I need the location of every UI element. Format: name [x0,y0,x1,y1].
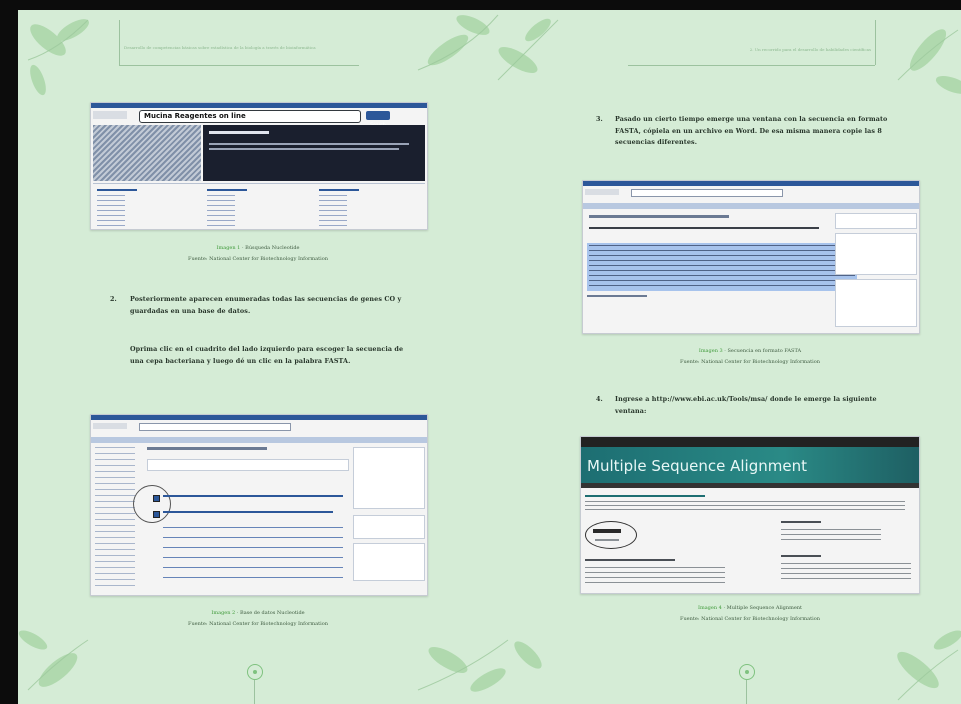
footer-rule-right [746,680,747,704]
intro-text-lines [585,501,905,513]
sidebar-heading [781,521,821,523]
record-title [589,215,729,218]
header-rule-right [875,20,876,65]
caption-title: Multiple Sequence Alignment [726,605,803,611]
column-heading [97,189,137,191]
right-panel-box [353,543,425,581]
result-title-line [163,511,333,513]
book-spread: Desarrollo de competencias básicas sobre… [18,10,961,704]
header-underline-left [119,65,359,66]
results-info-box [147,459,349,471]
figure-1-screenshot: Mucina Reagentes on line Search [90,102,428,230]
caption-title: Base de datos Nucleotide [240,610,305,616]
caption-label: Imagen 2 [211,610,236,616]
panel-text-line [209,148,399,150]
right-panel-box [835,233,917,275]
column-heading [319,189,359,191]
right-panel-box [835,213,917,229]
link-list [207,195,235,229]
running-header-left: Desarrollo de competencias básicas sobre… [124,45,316,50]
search-input [631,189,783,197]
msa-banner-title: Multiple Sequence Alignment [587,457,807,475]
figure-3-caption: Imagen 3 · Secuencia en formato FASTA [698,348,802,354]
database-select [585,189,619,195]
filter-sidebar [95,447,135,587]
caption-label: Imagen 1 [216,245,241,251]
results-heading [147,447,267,450]
header-rule-left [119,20,120,65]
link-list [319,195,347,229]
search-input [139,423,291,431]
record-subtitle [589,227,819,229]
database-select [93,423,127,429]
nucleotide-info-panel [203,125,425,181]
msa-banner: Multiple Sequence Alignment [581,447,919,483]
ebi-nav-bar [581,483,919,488]
step-3-paragraph: Pasado un cierto tiempo emerge una venta… [615,115,888,146]
page-number-marker-right [739,664,755,680]
search-query-text: Mucina Reagentes on line [144,112,246,120]
step-4-paragraph: Ingrese a http://www.ebi.ac.uk/Tools/msa… [615,395,877,415]
footer-rule-left [254,680,255,704]
fasta-sequence-highlight [587,243,857,291]
dna-banner-image [93,125,201,181]
step-2-paragraph-a: Posteriormente aparecen enumeradas todas… [130,295,402,315]
sidebar-text-lines [781,563,911,579]
footer-line [587,295,647,297]
section-heading [585,559,675,561]
ebi-top-bar [581,437,919,447]
step-3-number: 3. [596,115,603,123]
highlight-circle [133,485,171,523]
figure-4-caption: Imagen 4 · Multiple Sequence Alignment [697,605,803,611]
database-select [93,111,127,119]
sidebar-text-lines [781,529,881,543]
figure-3-screenshot [582,180,920,334]
result-title-line [163,495,343,497]
caption-title: Búsqueda Nucleotide [245,245,300,251]
figure-4-screenshot: Multiple Sequence Alignment [580,436,920,594]
figure-1-caption: Imagen 1 · Búsqueda Nucleotide [216,245,300,251]
sidebar-heading [781,555,821,557]
figure-2-caption: Imagen 2 · Base de datos Nucleotide [211,610,305,616]
right-panel-box [353,447,425,509]
ncbi-top-bar [583,181,919,186]
notice-bar [583,203,919,209]
clustal-omega-link [593,529,621,533]
figure-3-source: Fuente: National Center for Biotechnolog… [679,359,820,365]
result-list [163,527,343,587]
ncbi-top-bar [91,103,427,108]
step-2-number: 2. [110,295,117,303]
divider [93,183,425,184]
right-panel-box [353,515,425,539]
panel-heading-line [209,131,269,134]
checkbox-icon [153,511,160,518]
figure-4-source: Fuente: National Center for Biotechnolog… [679,616,820,622]
checkbox-icon [153,495,160,502]
ncbi-top-bar [91,415,427,420]
running-header-right: 2. Un recorrido para el desarrollo de ha… [749,47,871,52]
caption-label: Imagen 4 [697,605,722,611]
link-subtext [595,539,619,541]
step-4-number: 4. [596,395,603,403]
panel-text-line [209,143,409,145]
right-panel-box [835,279,917,327]
header-underline-right [628,65,875,66]
section-text-lines [585,567,725,583]
column-heading [207,189,247,191]
caption-label: Imagen 3 [698,348,723,354]
search-button: Search [366,111,390,128]
notice-bar [91,437,427,443]
caption-title: Secuencia en formato FASTA [727,348,802,354]
figure-2-source: Fuente: National Center for Biotechnolog… [187,621,328,627]
page-heading-line [585,495,705,497]
step-2-paragraph-b: Oprima clic en el cuadrito del lado izqu… [130,345,404,365]
search-input: Mucina Reagentes on line [139,110,361,123]
figure-1-source: Fuente: National Center for Biotechnolog… [187,256,328,262]
sequence-text-lines [589,245,855,289]
page-number-marker-left [247,664,263,680]
figure-2-screenshot [90,414,428,596]
link-list [97,195,125,229]
highlight-circle [585,521,637,549]
